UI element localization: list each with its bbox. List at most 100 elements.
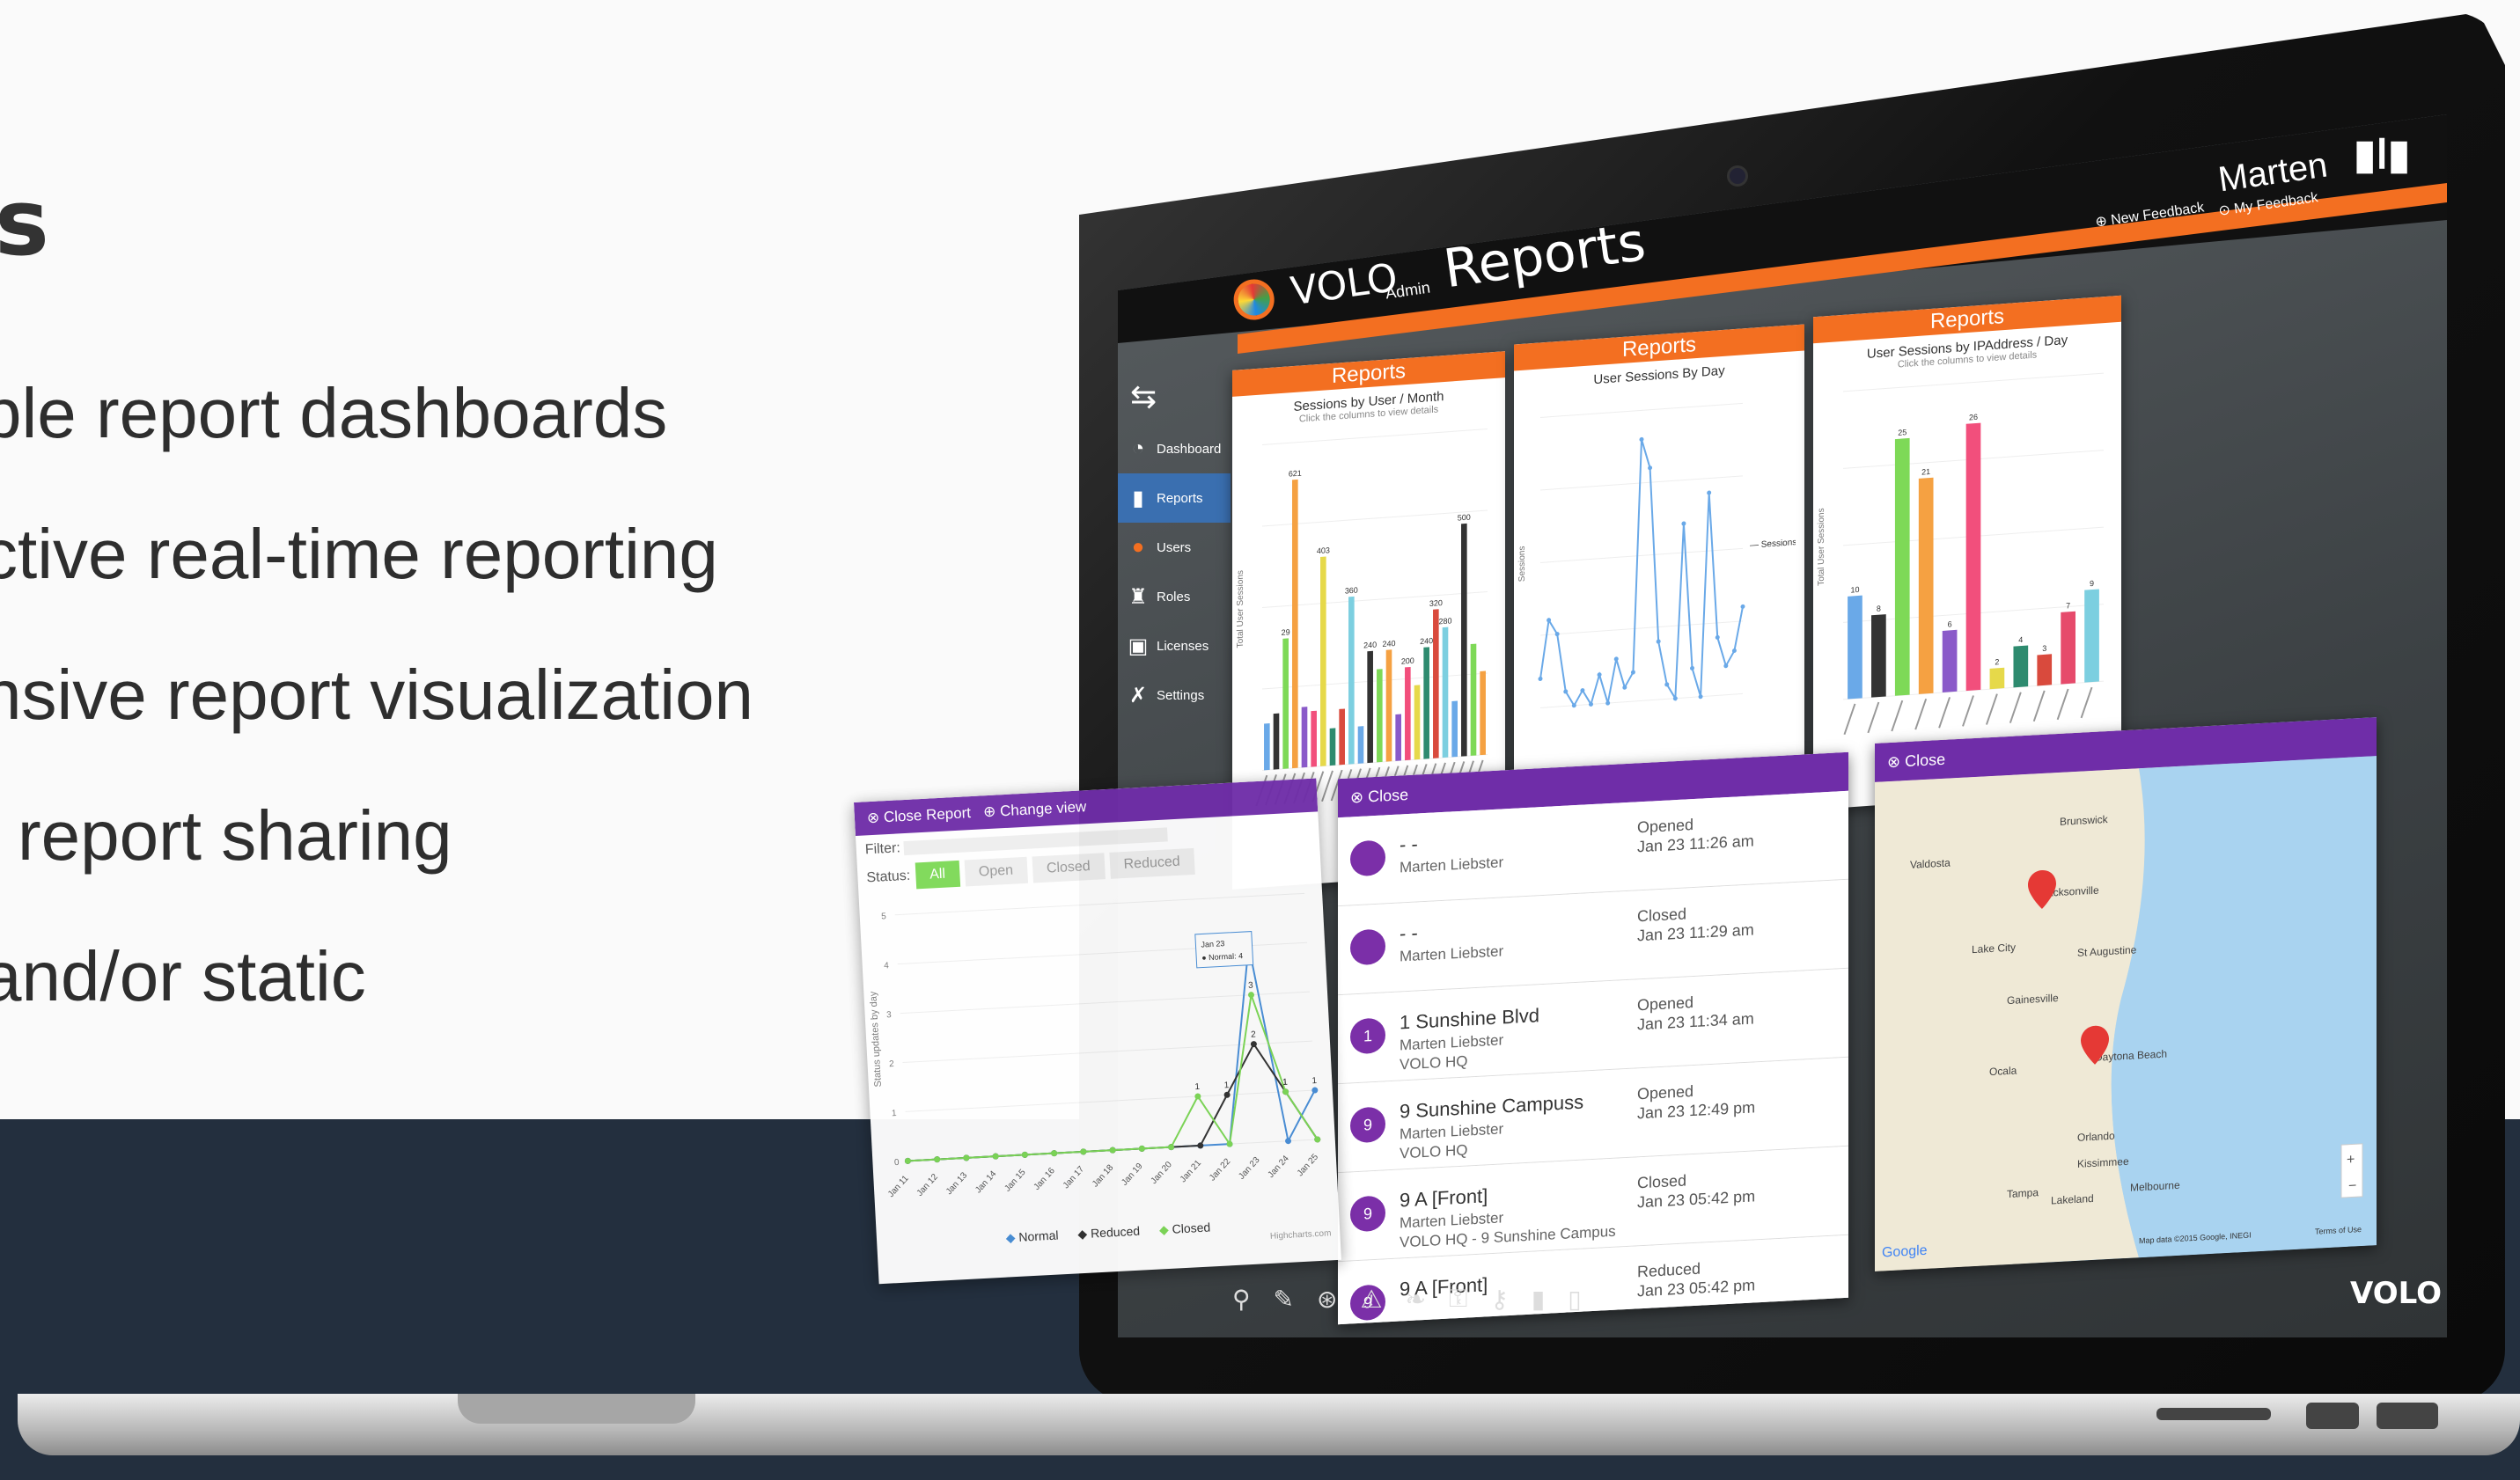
sidebar-item-label: Settings (1157, 687, 1205, 703)
map[interactable]: BrunswickValdostaJacksonvilleLake City St… (1875, 756, 2377, 1271)
key-icon[interactable]: ⚷ (1490, 1285, 1509, 1314)
data-point (1138, 1145, 1145, 1152)
user-avatar-icon[interactable]: ▮Ⅰ▮ (2354, 130, 2410, 178)
data-point (1731, 648, 1737, 654)
data-label: 1 (1223, 1081, 1230, 1090)
data-label: 1 (1282, 1078, 1289, 1088)
data-label: 403 (1317, 546, 1330, 555)
sidebar-item-roles[interactable]: ♜ Roles (1118, 572, 1231, 621)
sidebar-item-reports[interactable]: ▮ Reports (1118, 473, 1231, 523)
data-point (1656, 639, 1661, 644)
feature-item: l report sharing (0, 796, 452, 875)
pin-icon[interactable]: ✎ (1274, 1285, 1294, 1314)
data-label: 500 (1458, 513, 1471, 523)
bar (1989, 667, 2005, 690)
search-icon[interactable]: ⊕ (983, 803, 996, 821)
laptop-notch (458, 1394, 695, 1424)
change-view-button[interactable]: Change view (1000, 798, 1087, 819)
bar (1348, 596, 1355, 765)
tick-label (1843, 703, 1856, 736)
tick-label (1321, 770, 1333, 802)
warning-icon[interactable]: ⚠ (1360, 1285, 1382, 1314)
bar (1965, 422, 1981, 692)
axis-label: Sessions (1517, 546, 1527, 582)
legend-label: Closed (1172, 1220, 1211, 1236)
tick-label (2056, 688, 2069, 721)
book-icon[interactable]: ▮ (1532, 1285, 1545, 1314)
tick-label (1867, 701, 1880, 734)
bar (1311, 710, 1317, 767)
close-report-button[interactable]: Close Report (883, 804, 971, 825)
data-point (1639, 436, 1644, 442)
sidebar-item-label: Roles (1157, 589, 1191, 604)
status-all-button[interactable]: All (915, 860, 960, 890)
list-subtitle: Marten Liebster (1400, 942, 1504, 965)
legend-label: Reduced (1090, 1223, 1141, 1241)
laptop-base (18, 1394, 2520, 1455)
close-icon[interactable]: ⊗ (866, 810, 879, 827)
data-point (992, 1153, 999, 1160)
close-icon[interactable]: ⊗ (1887, 752, 1900, 771)
tick-label (1938, 697, 1951, 729)
status-reduced-button[interactable]: Reduced (1108, 847, 1195, 879)
legend-normal[interactable]: ◆ Normal (1005, 1228, 1059, 1246)
bar (1357, 726, 1364, 764)
bar (1395, 714, 1401, 761)
city-label: Tampa (2007, 1186, 2039, 1200)
data-label: 26 (1969, 413, 1978, 422)
bar (1301, 707, 1308, 768)
data-label: 2 (1995, 657, 1999, 666)
y-tick-label: 3 (886, 1010, 893, 1020)
link-icon[interactable]: ⚲ (1232, 1285, 1251, 1314)
menu-toggle-icon[interactable]: ⇆ (1130, 378, 1231, 415)
sidebar-item-dashboard[interactable]: ◔ Dashboard (1118, 424, 1231, 473)
sidebar-item-users[interactable]: ● Users (1118, 523, 1231, 572)
y-tick-label: 4 (884, 961, 890, 971)
status-line-chart[interactable]: 012345Status updates by day41121131Jan 1… (859, 875, 1339, 1233)
data-point (1740, 604, 1745, 609)
list-status: Opened Jan 23 11:34 am (1637, 989, 1754, 1034)
leaf-icon[interactable]: ❧ (1406, 1285, 1426, 1314)
sidebar-item-settings[interactable]: ✗ Settings (1118, 670, 1231, 720)
line-chart[interactable]: — Sessions Sessions (1514, 373, 1796, 780)
data-point (1622, 685, 1627, 690)
close-button[interactable]: Close (1905, 751, 1945, 770)
y-tick-label: 1 (892, 1109, 898, 1118)
legend-closed[interactable]: ◆ Closed (1159, 1220, 1211, 1237)
data-point (1698, 694, 1703, 700)
bookmark-icon[interactable]: ▯ (1568, 1285, 1581, 1314)
bar-chart[interactable]: Total User Sessions 10 8 25 21 6 26 2 4 3 7 9 (1813, 355, 2112, 763)
x-tick-label: Jan 20 (1150, 1160, 1175, 1186)
close-icon[interactable]: ⊗ (1350, 788, 1363, 807)
close-button[interactable]: Close (1368, 786, 1408, 805)
grid-line (1262, 429, 1488, 445)
bar (1264, 722, 1270, 771)
settings-icon[interactable]: ⊛ (1317, 1285, 1337, 1314)
x-tick-label: Jan 18 (1091, 1162, 1116, 1189)
status-open-button[interactable]: Open (964, 856, 1028, 887)
google-logo: Google (1882, 1243, 1928, 1261)
tick-label (2009, 692, 2022, 723)
grid-line (1843, 372, 2104, 392)
lock-icon[interactable]: ⚿ (1449, 1285, 1467, 1314)
bar (1451, 700, 1458, 758)
grid-line (1540, 475, 1743, 491)
activity-list-panel: ⊗ Close - - Marten Liebster Opened Jan 23 1… (1338, 751, 1848, 1325)
data-point (1681, 521, 1686, 526)
tick-label (1891, 700, 1904, 732)
user-icon: ● (1131, 535, 1145, 559)
data-label: 1 (1311, 1076, 1318, 1086)
data-label: 240 (1420, 636, 1433, 646)
feature-item: ctive real-time reporting (0, 515, 718, 593)
sidebar-item-label: Users (1157, 539, 1192, 555)
data-point (904, 1157, 911, 1164)
data-point (1247, 992, 1254, 999)
bar-chart[interactable]: Total User Sessions 29 621 403 360 240 240 200 2… (1232, 411, 1496, 834)
legend-label: Normal (1018, 1227, 1059, 1244)
tick-label (1985, 693, 1998, 725)
status-closed-button[interactable]: Closed (1032, 853, 1106, 883)
feature-item: and/or static (0, 937, 366, 1015)
city-label: Ocala (1989, 1064, 2017, 1078)
data-point (1605, 700, 1611, 706)
sidebar-item-licenses[interactable]: ▣ Licenses (1118, 621, 1231, 670)
